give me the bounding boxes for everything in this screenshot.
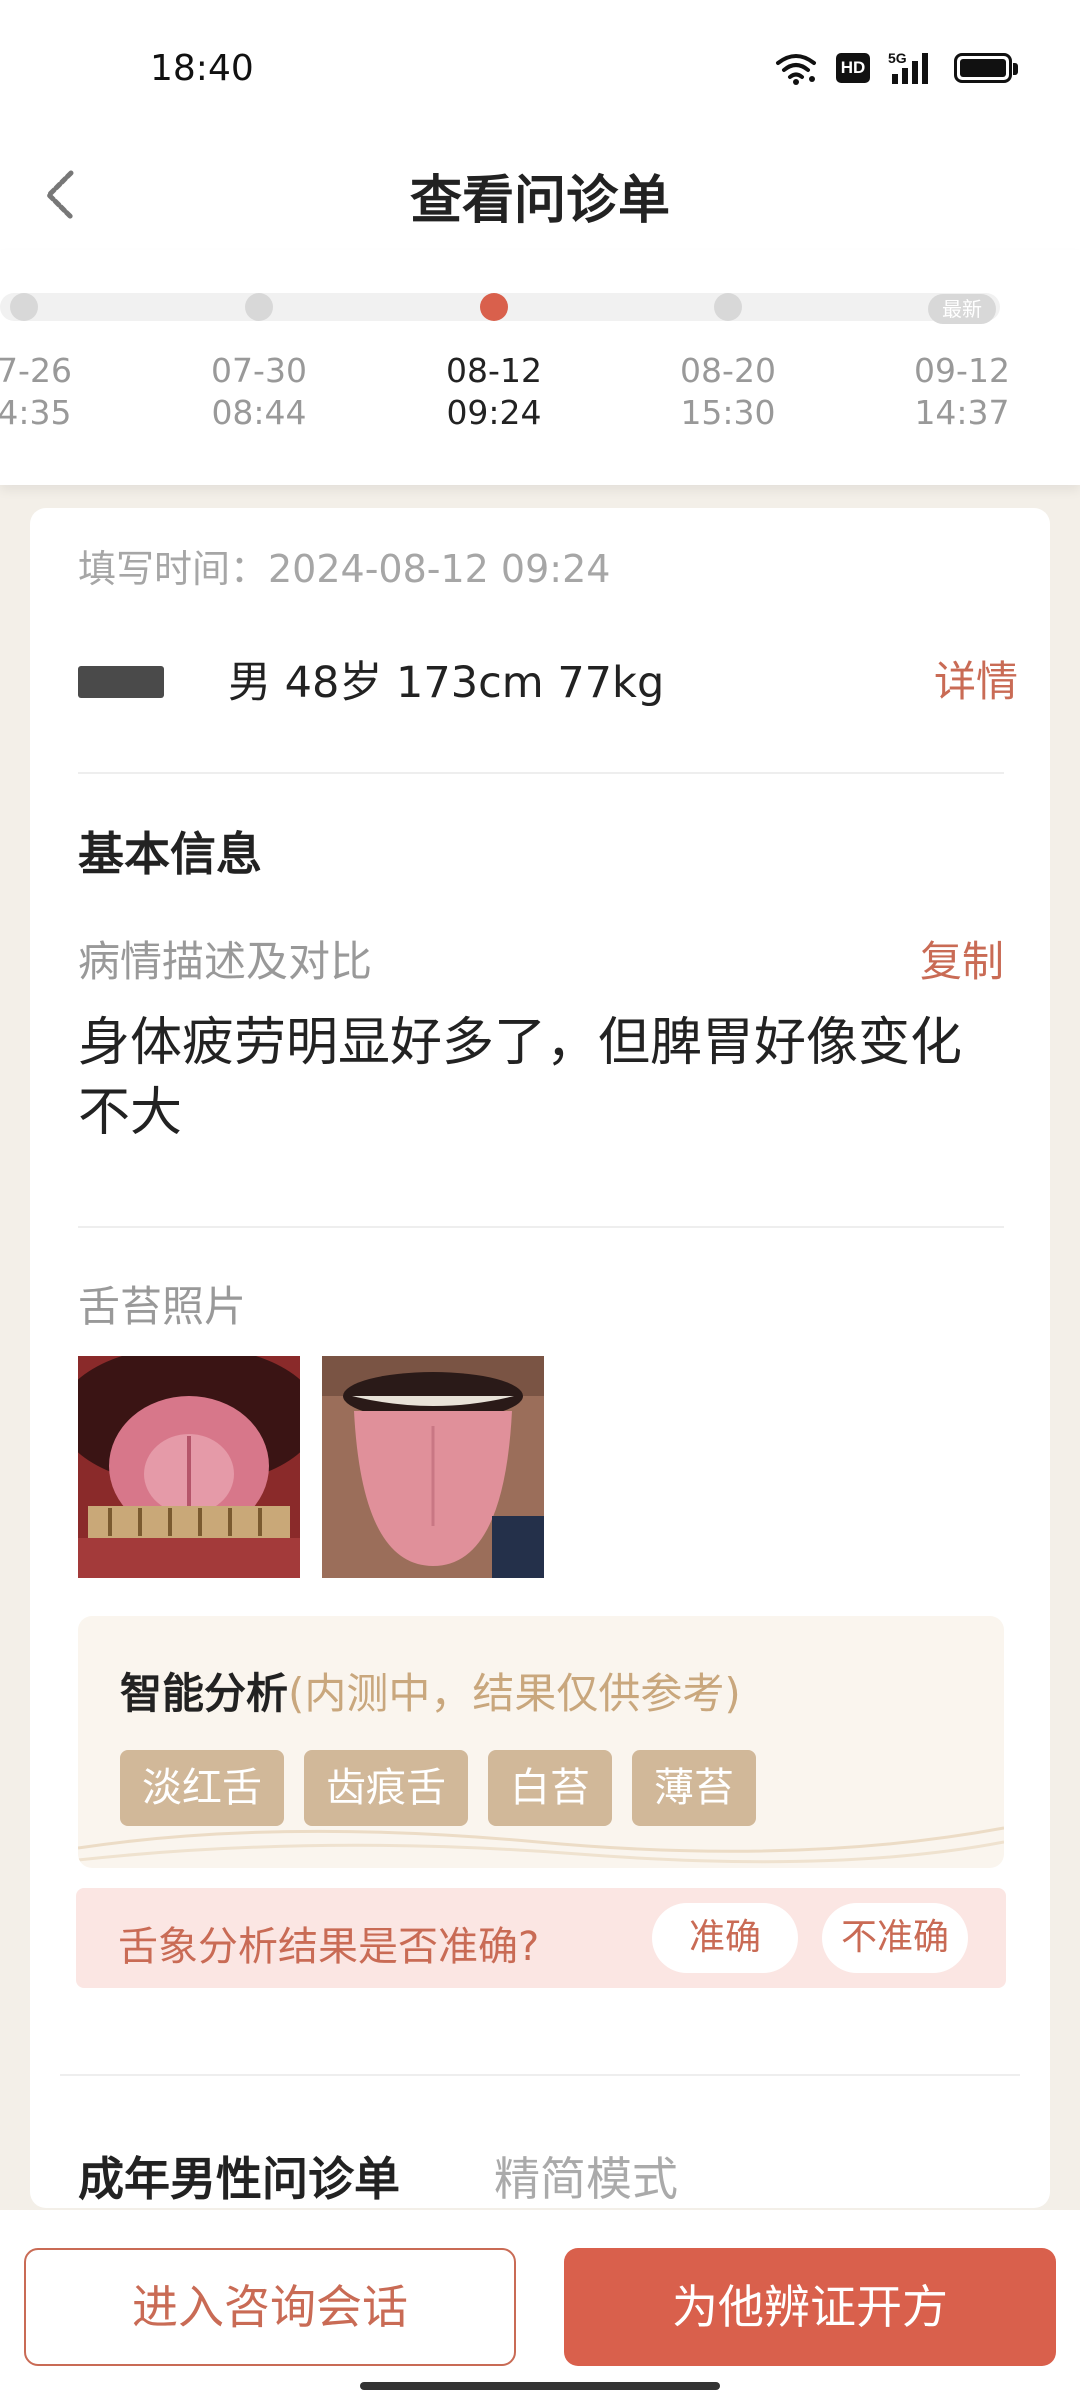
hd-icon: HD bbox=[836, 53, 870, 83]
tongue-photo-underside[interactable] bbox=[78, 1356, 300, 1578]
timeline-dot bbox=[10, 293, 38, 321]
accurate-button[interactable]: 准确 bbox=[652, 1903, 798, 1973]
tongue-photos-label: 舌苔照片 bbox=[78, 1282, 247, 1331]
timeline-dot-active bbox=[480, 293, 508, 321]
section-title-basic-info: 基本信息 bbox=[78, 827, 262, 881]
timeline-dot bbox=[714, 293, 742, 321]
patient-row: 男 48岁 173cm 77kg 详情 bbox=[78, 648, 1018, 718]
timeline-time: 08:44 bbox=[211, 393, 307, 432]
network-type-label: 5G bbox=[888, 50, 907, 66]
smart-analysis-title: 智能分析(内测中，结果仅供参考) bbox=[120, 1660, 741, 1721]
analysis-title: 智能分析 bbox=[120, 1669, 289, 1718]
analysis-feedback: 舌象分析结果是否准确? 准确 不准确 bbox=[76, 1888, 1006, 1988]
analysis-tag: 淡红舌 bbox=[120, 1750, 284, 1826]
wifi-icon bbox=[774, 51, 818, 85]
timeline-time: 15:30 bbox=[680, 393, 776, 432]
patient-name-redacted bbox=[78, 666, 164, 698]
status-time: 18:40 bbox=[150, 48, 254, 89]
signal-5g-icon: 5G bbox=[888, 50, 936, 86]
description-label: 病情描述及对比 bbox=[78, 937, 373, 986]
battery-icon bbox=[954, 53, 1018, 83]
nav-bar: 查看问诊单 bbox=[0, 140, 1080, 250]
divider bbox=[78, 1226, 1004, 1228]
divider bbox=[78, 772, 1004, 774]
detail-link[interactable]: 详情 bbox=[934, 648, 1018, 709]
copy-button[interactable]: 复制 bbox=[920, 928, 1004, 989]
feedback-question: 舌象分析结果是否准确? bbox=[118, 1924, 540, 1970]
analysis-tags: 淡红舌 齿痕舌 白苔 薄苔 bbox=[120, 1750, 756, 1826]
timeline-time: 14:35 bbox=[0, 393, 72, 432]
bottom-action-bar: 进入咨询会话 为他辨证开方 bbox=[0, 2210, 1080, 2400]
status-bar: 18:40 HD 5G bbox=[0, 0, 1080, 140]
timeline-time: 09:24 bbox=[446, 393, 542, 432]
enter-chat-button[interactable]: 进入咨询会话 bbox=[24, 2248, 516, 2366]
analysis-tag: 齿痕舌 bbox=[304, 1750, 468, 1826]
timeline-time: 14:37 bbox=[914, 393, 1010, 432]
divider bbox=[60, 2074, 1020, 2076]
patient-info: 男 48岁 173cm 77kg bbox=[228, 658, 665, 708]
timeline-date: 07-30 bbox=[211, 351, 307, 390]
page-title: 查看问诊单 bbox=[409, 171, 670, 231]
home-indicator[interactable] bbox=[360, 2382, 720, 2390]
analysis-subtitle: (内测中，结果仅供参考) bbox=[288, 1669, 741, 1718]
prescribe-button[interactable]: 为他辨证开方 bbox=[564, 2248, 1056, 2366]
timeline-date: 09-12 bbox=[914, 351, 1010, 390]
analysis-tag: 薄苔 bbox=[632, 1750, 756, 1826]
visit-timeline: 07-26 14:35 07-30 08:44 08-12 09:24 08-2… bbox=[0, 250, 1080, 485]
form-title: 成年男性问诊单 bbox=[78, 2152, 400, 2206]
timeline-dot bbox=[245, 293, 273, 321]
timeline-date: 08-20 bbox=[680, 351, 776, 390]
consultation-card: 填写时间：2024-08-12 09:24 男 48岁 173cm 77kg 详… bbox=[30, 508, 1050, 2208]
condition-description: 身体疲劳明显好多了，但脾胃好像变化不大 bbox=[78, 1013, 963, 1143]
timeline-date: 08-12 bbox=[446, 351, 542, 390]
tongue-photo-front[interactable] bbox=[322, 1356, 544, 1578]
analysis-tag: 白苔 bbox=[488, 1750, 612, 1826]
status-icons: HD 5G bbox=[774, 50, 1018, 86]
inaccurate-button[interactable]: 不准确 bbox=[822, 1903, 968, 1973]
fill-time: 填写时间：2024-08-12 09:24 bbox=[78, 547, 611, 591]
timeline-date: 07-26 bbox=[0, 351, 72, 390]
latest-badge: 最新 bbox=[928, 294, 996, 324]
simplified-mode-toggle[interactable]: 精简模式 bbox=[494, 2143, 678, 2209]
smart-analysis-box: 智能分析(内测中，结果仅供参考) 淡红舌 齿痕舌 白苔 薄苔 bbox=[78, 1616, 1004, 1868]
